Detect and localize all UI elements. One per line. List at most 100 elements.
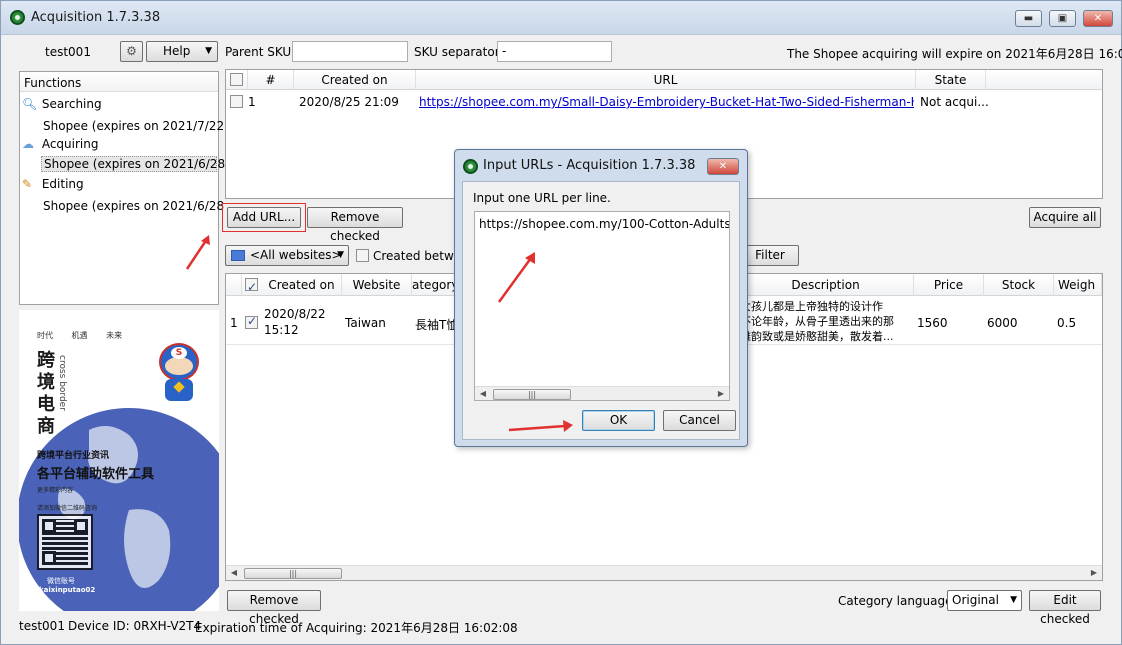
tree-item-searching[interactable]: 🔍︎ Searching	[22, 97, 102, 111]
promo-line1: 跨境平台行业资讯	[37, 451, 110, 461]
magnifier-icon: 🔍︎	[22, 97, 38, 111]
product-row-checkbox[interactable]	[245, 314, 258, 329]
promo-big-title: 跨 境 电 商	[37, 350, 55, 437]
product-col-created: Created on	[268, 278, 335, 292]
dialog-title: Input URLs - Acquisition 1.7.3.38	[483, 158, 696, 173]
tree-item-shopee-edit[interactable]: Shopee (expires on 2021/6/28 ...	[43, 199, 239, 213]
url-textarea[interactable]: https://shopee.com.my/100-Cotton-Adults-…	[474, 211, 730, 401]
website-flag-icon	[231, 250, 245, 261]
category-language-label: Category language:	[838, 594, 957, 608]
url-row-link[interactable]: https://shopee.com.my/Small-Daisy-Embroi…	[419, 95, 914, 109]
category-language-dropdown[interactable]: Original ▼	[947, 590, 1022, 611]
scroll-right-arrow-icon[interactable]: ▶	[1088, 567, 1100, 579]
settings-button[interactable]: ⚙	[120, 41, 143, 62]
remove-checked-url-button[interactable]: Remove checked	[307, 207, 403, 243]
product-select-all-checkbox[interactable]	[245, 276, 258, 296]
product-row-num: 1	[230, 316, 238, 330]
url-table-header: # Created on URL State	[226, 70, 1102, 90]
dialog-cancel-button[interactable]: Cancel	[663, 410, 736, 431]
dialog-ok-button[interactable]: OK	[582, 410, 655, 431]
help-label: Help	[163, 44, 191, 58]
maximize-button[interactable]: ▣	[1049, 10, 1076, 27]
textarea-scroll-thumb[interactable]: |||	[493, 389, 571, 400]
filter-button[interactable]: Filter	[741, 245, 799, 266]
gear-icon: ⚙	[126, 44, 137, 58]
dialog-close-button[interactable]: ✕	[707, 158, 739, 175]
tree-item-shopee-search[interactable]: Shopee (expires on 2021/7/22 ...	[43, 119, 239, 133]
promo-line4: 请添加微信二维码咨询	[37, 505, 98, 512]
annotation-arrow-3	[508, 420, 573, 432]
url-select-all-checkbox[interactable]	[230, 73, 243, 86]
dialog-app-icon	[463, 159, 478, 174]
product-col-description[interactable]: Description	[738, 274, 914, 296]
promo-word-1: 时代	[37, 331, 53, 340]
remove-checked-product-button[interactable]: Remove checked	[227, 590, 321, 626]
qr-code	[37, 514, 93, 570]
cloud-icon: ☁	[22, 137, 34, 151]
edit-checked-button[interactable]: Edit checked	[1029, 590, 1101, 626]
url-col-num[interactable]: #	[248, 70, 294, 90]
mascot-graphic: S	[153, 335, 205, 407]
product-row-weight: 0.5	[1057, 316, 1077, 330]
promo-vertical-en: cross border	[57, 355, 67, 411]
dialog-instruction: Input one URL per line.	[473, 191, 611, 205]
tree-item-shopee-acquire[interactable]: Shopee (expires on 2021/6/28 ...	[41, 156, 240, 172]
promo-wechat-label: 微信账号	[47, 577, 75, 585]
sku-separator-input[interactable]: -	[497, 41, 612, 62]
url-textarea-text: https://shopee.com.my/100-Cotton-Adults-…	[479, 217, 730, 231]
promo-word-3: 未来	[106, 331, 123, 340]
close-button[interactable]: ✕	[1083, 10, 1113, 27]
created-between-checkbox[interactable]	[356, 249, 369, 262]
tree-item-acquiring[interactable]: ☁ Acquiring	[22, 137, 98, 151]
chevron-down-icon: ▼	[1010, 595, 1017, 605]
url-row-num: 1	[248, 95, 256, 109]
expire-notice: The Shopee acquiring will expire on 2021…	[787, 47, 1122, 61]
promo-wechat-id: kaixinputao02	[39, 586, 96, 594]
product-table-hscrollbar[interactable]: ◀ ||| ▶	[226, 565, 1102, 580]
pencil-icon: ✎	[22, 177, 33, 191]
product-row-price: 1560	[917, 316, 948, 330]
scroll-left-arrow-icon[interactable]: ◀	[228, 567, 240, 579]
acquire-all-button[interactable]: Acquire all	[1029, 207, 1101, 228]
url-row-state: Not acqui...	[920, 95, 989, 109]
chevron-down-icon: ▼	[205, 46, 212, 56]
chevron-down-icon: ▼	[337, 250, 344, 260]
main-window: Acquisition 1.7.3.38 ▬ ▣ ✕ test001 ⚙ Hel…	[0, 0, 1122, 645]
scroll-thumb[interactable]: |||	[244, 568, 342, 579]
app-logo-icon	[10, 10, 25, 25]
product-row-website: Taiwan	[345, 316, 386, 330]
scroll-right-arrow-icon[interactable]: ▶	[715, 388, 727, 400]
scroll-left-arrow-icon[interactable]: ◀	[477, 388, 489, 400]
product-col-price[interactable]: Price	[914, 274, 984, 296]
user-label: test001	[45, 45, 91, 59]
promo-line3: 更多精彩内容	[37, 487, 74, 494]
tree-item-editing[interactable]: ✎ Editing	[22, 177, 84, 191]
product-row-description: 女孩儿都是上帝独特的设计作 不论年龄，从骨子里透出来的那 雅韵致或是娇憨甜美，散…	[740, 300, 894, 343]
help-dropdown[interactable]: Help ▼	[146, 41, 218, 62]
product-col-website[interactable]: Website	[342, 274, 412, 296]
product-col-weight[interactable]: Weigh	[1054, 274, 1102, 296]
annotation-arrow-1	[185, 235, 210, 270]
sku-separator-label: SKU separator:	[414, 45, 504, 59]
url-row-checkbox[interactable]	[230, 95, 243, 108]
website-dropdown[interactable]: <All websites> ▼	[225, 245, 349, 266]
promo-word-2: 机遇	[71, 331, 88, 340]
table-row[interactable]: 1 2020/8/25 21:09 https://shopee.com.my/…	[226, 91, 1102, 111]
window-title: Acquisition 1.7.3.38	[31, 10, 161, 25]
product-row-stock: 6000	[987, 316, 1018, 330]
status-device: Device ID: 0RXH-V2T4	[68, 619, 202, 633]
product-row-created: 2020/8/22 15:12	[264, 307, 326, 337]
promo-line2: 各平台辅助软件工具	[37, 467, 155, 482]
parent-sku-label: Parent SKU:	[225, 45, 296, 59]
parent-sku-input[interactable]	[292, 41, 408, 62]
add-url-button[interactable]: Add URL...	[227, 207, 301, 228]
url-col-state[interactable]: State	[916, 70, 986, 90]
textarea-hscrollbar[interactable]: ◀ ||| ▶	[475, 386, 729, 400]
promo-banner: 时代 机遇 未来 跨 境 电 商 cross border S 跨境平台行业资讯…	[19, 310, 219, 611]
url-col-url[interactable]: URL	[416, 70, 916, 90]
input-urls-dialog: Input URLs - Acquisition 1.7.3.38 ✕ Inpu…	[454, 149, 748, 447]
url-col-created[interactable]: Created on	[294, 70, 416, 90]
status-expiration: Expiration time of Acquiring: 2021年6月28日…	[195, 621, 518, 635]
product-col-stock[interactable]: Stock	[984, 274, 1054, 296]
minimize-button[interactable]: ▬	[1015, 10, 1042, 27]
